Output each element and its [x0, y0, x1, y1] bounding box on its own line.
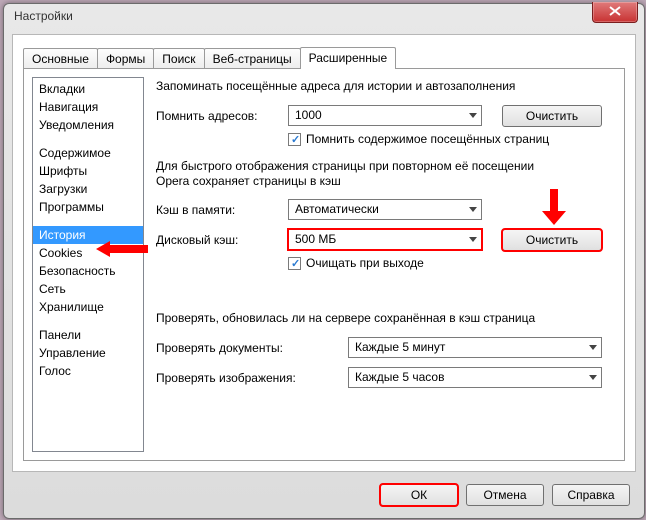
mem-cache-combo[interactable]: Автоматически — [288, 199, 482, 220]
client-area: Основные Формы Поиск Веб-страницы Расшир… — [12, 34, 636, 472]
tab-webpages[interactable]: Веб-страницы — [204, 48, 301, 69]
addresses-value: 1000 — [295, 108, 322, 122]
ok-button[interactable]: ОК — [380, 484, 458, 506]
sidebar-item-storage[interactable]: Хранилище — [33, 298, 143, 316]
section-history-title: Запоминать посещённые адреса для истории… — [156, 79, 515, 93]
remember-content-checkbox[interactable] — [288, 133, 301, 146]
help-button[interactable]: Справка — [552, 484, 630, 506]
chevron-down-icon — [469, 207, 477, 212]
sidebar-item-notifications[interactable]: Уведомления — [33, 116, 143, 134]
clear-on-exit-label: Очищать при выходе — [306, 256, 424, 270]
tab-basic[interactable]: Основные — [23, 48, 98, 69]
sidebar-item-downloads[interactable]: Загрузки — [33, 180, 143, 198]
titlebar: Настройки — [4, 4, 644, 30]
section-check-title: Проверять, обновилась ли на сервере сохр… — [156, 311, 535, 325]
dialog-footer: ОК Отмена Справка — [12, 480, 636, 510]
sidebar: Вкладки Навигация Уведомления Содержимое… — [32, 77, 144, 452]
section-cache-line1: Для быстрого отображения страницы при по… — [156, 159, 534, 173]
tab-strip: Основные Формы Поиск Веб-страницы Расшир… — [23, 47, 625, 69]
sidebar-item-panels[interactable]: Панели — [33, 326, 143, 344]
tab-pane: Вкладки Навигация Уведомления Содержимое… — [23, 68, 625, 461]
mem-cache-label: Кэш в памяти: — [156, 203, 235, 217]
tab-advanced[interactable]: Расширенные — [300, 47, 397, 69]
sidebar-item-network[interactable]: Сеть — [33, 280, 143, 298]
dialog-window: Настройки Основные Формы Поиск Веб-стран… — [3, 3, 645, 519]
annotation-arrow-down — [542, 189, 566, 228]
mem-cache-value: Автоматически — [295, 202, 379, 216]
addresses-label: Помнить адресов: — [156, 109, 258, 123]
content-area: Запоминать посещённые адреса для истории… — [156, 77, 616, 452]
tab-search[interactable]: Поиск — [153, 48, 204, 69]
addresses-combo[interactable]: 1000 — [288, 105, 482, 126]
chevron-down-icon — [589, 345, 597, 350]
section-cache-line2: Opera сохраняет страницы в кэш — [156, 174, 341, 188]
annotation-arrow-left — [96, 239, 150, 262]
check-docs-combo[interactable]: Каждые 5 минут — [348, 337, 602, 358]
sidebar-item-content[interactable]: Содержимое — [33, 144, 143, 162]
sidebar-item-security[interactable]: Безопасность — [33, 262, 143, 280]
clear-history-button[interactable]: Очистить — [502, 105, 602, 127]
sidebar-item-voice[interactable]: Голос — [33, 362, 143, 380]
disk-cache-value: 500 МБ — [295, 232, 336, 246]
sidebar-item-tabs[interactable]: Вкладки — [33, 80, 143, 98]
sidebar-item-programs[interactable]: Программы — [33, 198, 143, 216]
clear-on-exit-checkbox[interactable] — [288, 257, 301, 270]
close-icon — [609, 6, 621, 16]
check-docs-value: Каждые 5 минут — [355, 340, 445, 354]
disk-cache-label: Дисковый кэш: — [156, 233, 238, 247]
remember-content-label: Помнить содержимое посещённых страниц — [306, 132, 549, 146]
sidebar-item-management[interactable]: Управление — [33, 344, 143, 362]
check-imgs-label: Проверять изображения: — [156, 371, 296, 385]
window-title: Настройки — [14, 9, 73, 23]
close-button[interactable] — [592, 2, 638, 23]
check-imgs-combo[interactable]: Каждые 5 часов — [348, 367, 602, 388]
chevron-down-icon — [469, 237, 477, 242]
tab-forms[interactable]: Формы — [97, 48, 154, 69]
disk-cache-combo[interactable]: 500 МБ — [288, 229, 482, 250]
chevron-down-icon — [469, 113, 477, 118]
chevron-down-icon — [589, 375, 597, 380]
check-imgs-value: Каждые 5 часов — [355, 370, 444, 384]
sidebar-item-navigation[interactable]: Навигация — [33, 98, 143, 116]
check-docs-label: Проверять документы: — [156, 341, 283, 355]
clear-cache-button[interactable]: Очистить — [502, 229, 602, 251]
sidebar-item-fonts[interactable]: Шрифты — [33, 162, 143, 180]
cancel-button[interactable]: Отмена — [466, 484, 544, 506]
